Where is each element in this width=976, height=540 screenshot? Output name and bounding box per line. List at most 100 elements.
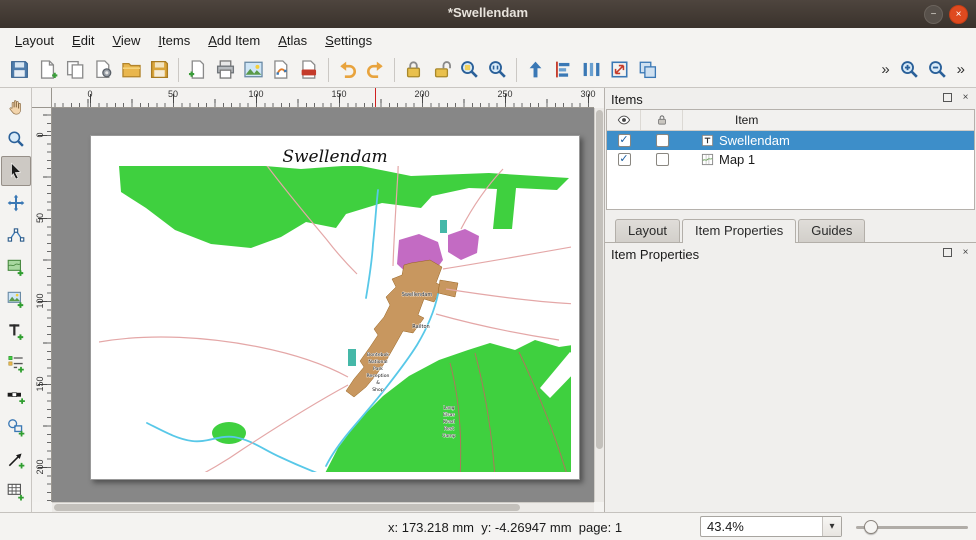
toolbar-separator [516, 58, 517, 82]
select-arrow-icon [6, 161, 26, 181]
visibility-checkbox[interactable]: ✓ [618, 153, 631, 166]
check-icon: ✓ [619, 154, 628, 165]
map-title-label[interactable]: Swellendam [282, 147, 387, 167]
cursor-coordinates: x: 173.218 mm y: -4.26947 mm page: 1 [388, 520, 622, 535]
float-panel-button[interactable] [941, 91, 954, 104]
print-layout-button[interactable] [212, 56, 239, 83]
zoom-out-button[interactable] [924, 56, 951, 83]
export-image-button[interactable] [240, 56, 267, 83]
undo-button[interactable] [334, 56, 361, 83]
toolbar-overflow-button[interactable]: » [876, 61, 894, 78]
titlebar[interactable]: *Swellendam − × [0, 0, 976, 28]
distribute-items-button[interactable] [578, 56, 605, 83]
items-panel-header: Items × [605, 88, 976, 109]
add-map-tool-button[interactable] [1, 252, 31, 282]
add-map-icon [6, 257, 26, 277]
zoom-tool-button[interactable] [1, 124, 31, 154]
export-pdf-button[interactable] [296, 56, 323, 83]
lock-selected-items-button[interactable] [400, 56, 427, 83]
camp-label-line: Rest [444, 426, 454, 432]
layout-page[interactable]: Swellendam Railton Bontebok National Par… [90, 135, 580, 480]
zoom-full-button[interactable] [456, 56, 483, 83]
ruler-label: 50 [32, 208, 48, 228]
export-svg-button[interactable] [268, 56, 295, 83]
zoom-dropdown-button[interactable]: ▾ [822, 517, 841, 536]
close-panel-button[interactable]: × [959, 246, 972, 259]
horizontal-scrollbar-thumb[interactable] [54, 504, 520, 511]
menu-layout[interactable]: Layout [6, 31, 63, 50]
item-row-map1[interactable]: ✓ Map 1 [607, 150, 974, 169]
item-row-swellendam[interactable]: ✓ Swellendam [607, 131, 974, 150]
menu-items[interactable]: Items [149, 31, 199, 50]
save-project-button[interactable] [6, 56, 33, 83]
add-shape-tool-button[interactable] [1, 412, 31, 442]
magnifier-icon [6, 129, 26, 149]
float-panel-icon [943, 248, 952, 257]
new-layout-button[interactable] [34, 56, 61, 83]
zoom-slider[interactable] [856, 519, 968, 535]
add-arrow-tool-button[interactable] [1, 444, 31, 474]
vertical-scrollbar[interactable] [594, 108, 604, 502]
raise-items-icon [525, 59, 546, 80]
save-as-template-button[interactable] [146, 56, 173, 83]
horizontal-ruler: 0 50 100 150 200 250 300 [52, 88, 594, 108]
vertical-scrollbar-thumb[interactable] [596, 110, 603, 449]
menu-atlas[interactable]: Atlas [269, 31, 316, 50]
map-item[interactable]: Swellendam Railton Bontebok National Par… [91, 136, 579, 479]
menu-view[interactable]: View [103, 31, 149, 50]
minimize-button[interactable]: − [924, 5, 943, 24]
menu-edit[interactable]: Edit [63, 31, 103, 50]
raise-items-button[interactable] [522, 56, 549, 83]
lock-checkbox[interactable] [656, 153, 669, 166]
items-panel-title: Items [611, 92, 643, 107]
add-picture-tool-button[interactable] [1, 284, 31, 314]
zoom-full-icon [459, 59, 480, 80]
tab-item-properties[interactable]: Item Properties [682, 219, 796, 243]
close-button[interactable]: × [949, 5, 968, 24]
move-item-content-tool-button[interactable] [1, 188, 31, 218]
add-label-icon [6, 321, 26, 341]
item-column-header: Item [683, 110, 974, 130]
save-icon [9, 59, 30, 80]
check-icon: ✓ [619, 135, 628, 146]
duplicate-layout-button[interactable] [62, 56, 89, 83]
layout-canvas[interactable]: Swellendam Railton Bontebok National Par… [52, 108, 594, 502]
add-scalebar-tool-button[interactable] [1, 380, 31, 410]
zoom-slider-handle[interactable] [864, 520, 878, 534]
add-attribute-table-tool-button[interactable] [1, 476, 31, 506]
layout-manager-button[interactable] [90, 56, 117, 83]
lock-checkbox[interactable] [656, 134, 669, 147]
select-move-item-tool-button[interactable] [1, 156, 31, 186]
resize-items-button[interactable] [606, 56, 633, 83]
visibility-checkbox[interactable]: ✓ [618, 134, 631, 147]
ruler-label: 0 [32, 125, 48, 145]
zoom-level-value[interactable]: 43.4% [701, 519, 822, 534]
zoom-level-combobox[interactable]: 43.4% ▾ [700, 516, 842, 537]
toolbar-separator [178, 58, 179, 82]
menu-settings[interactable]: Settings [316, 31, 381, 50]
image-icon [243, 59, 264, 80]
group-items-button[interactable] [634, 56, 661, 83]
zoom-actual-button[interactable] [484, 56, 511, 83]
add-pages-button[interactable] [184, 56, 211, 83]
eye-icon [617, 113, 631, 127]
horizontal-scrollbar[interactable] [52, 502, 594, 512]
toolbar-overflow-button-2[interactable]: » [952, 61, 970, 78]
float-panel-button[interactable] [941, 246, 954, 259]
park-label-line: Bontebok [367, 352, 389, 358]
edit-nodes-tool-button[interactable] [1, 220, 31, 250]
menu-add-item[interactable]: Add Item [199, 31, 269, 50]
close-panel-button[interactable]: × [959, 91, 972, 104]
ruler-label: 0 [87, 89, 92, 99]
open-layout-button[interactable] [118, 56, 145, 83]
tab-layout[interactable]: Layout [615, 219, 680, 242]
svg-export-icon [271, 59, 292, 80]
redo-button[interactable] [362, 56, 389, 83]
add-legend-tool-button[interactable] [1, 348, 31, 378]
pan-tool-button[interactable] [1, 92, 31, 122]
unlock-all-button[interactable] [428, 56, 455, 83]
add-label-tool-button[interactable] [1, 316, 31, 346]
tab-guides[interactable]: Guides [798, 219, 865, 242]
align-items-button[interactable] [550, 56, 577, 83]
zoom-in-button[interactable] [896, 56, 923, 83]
